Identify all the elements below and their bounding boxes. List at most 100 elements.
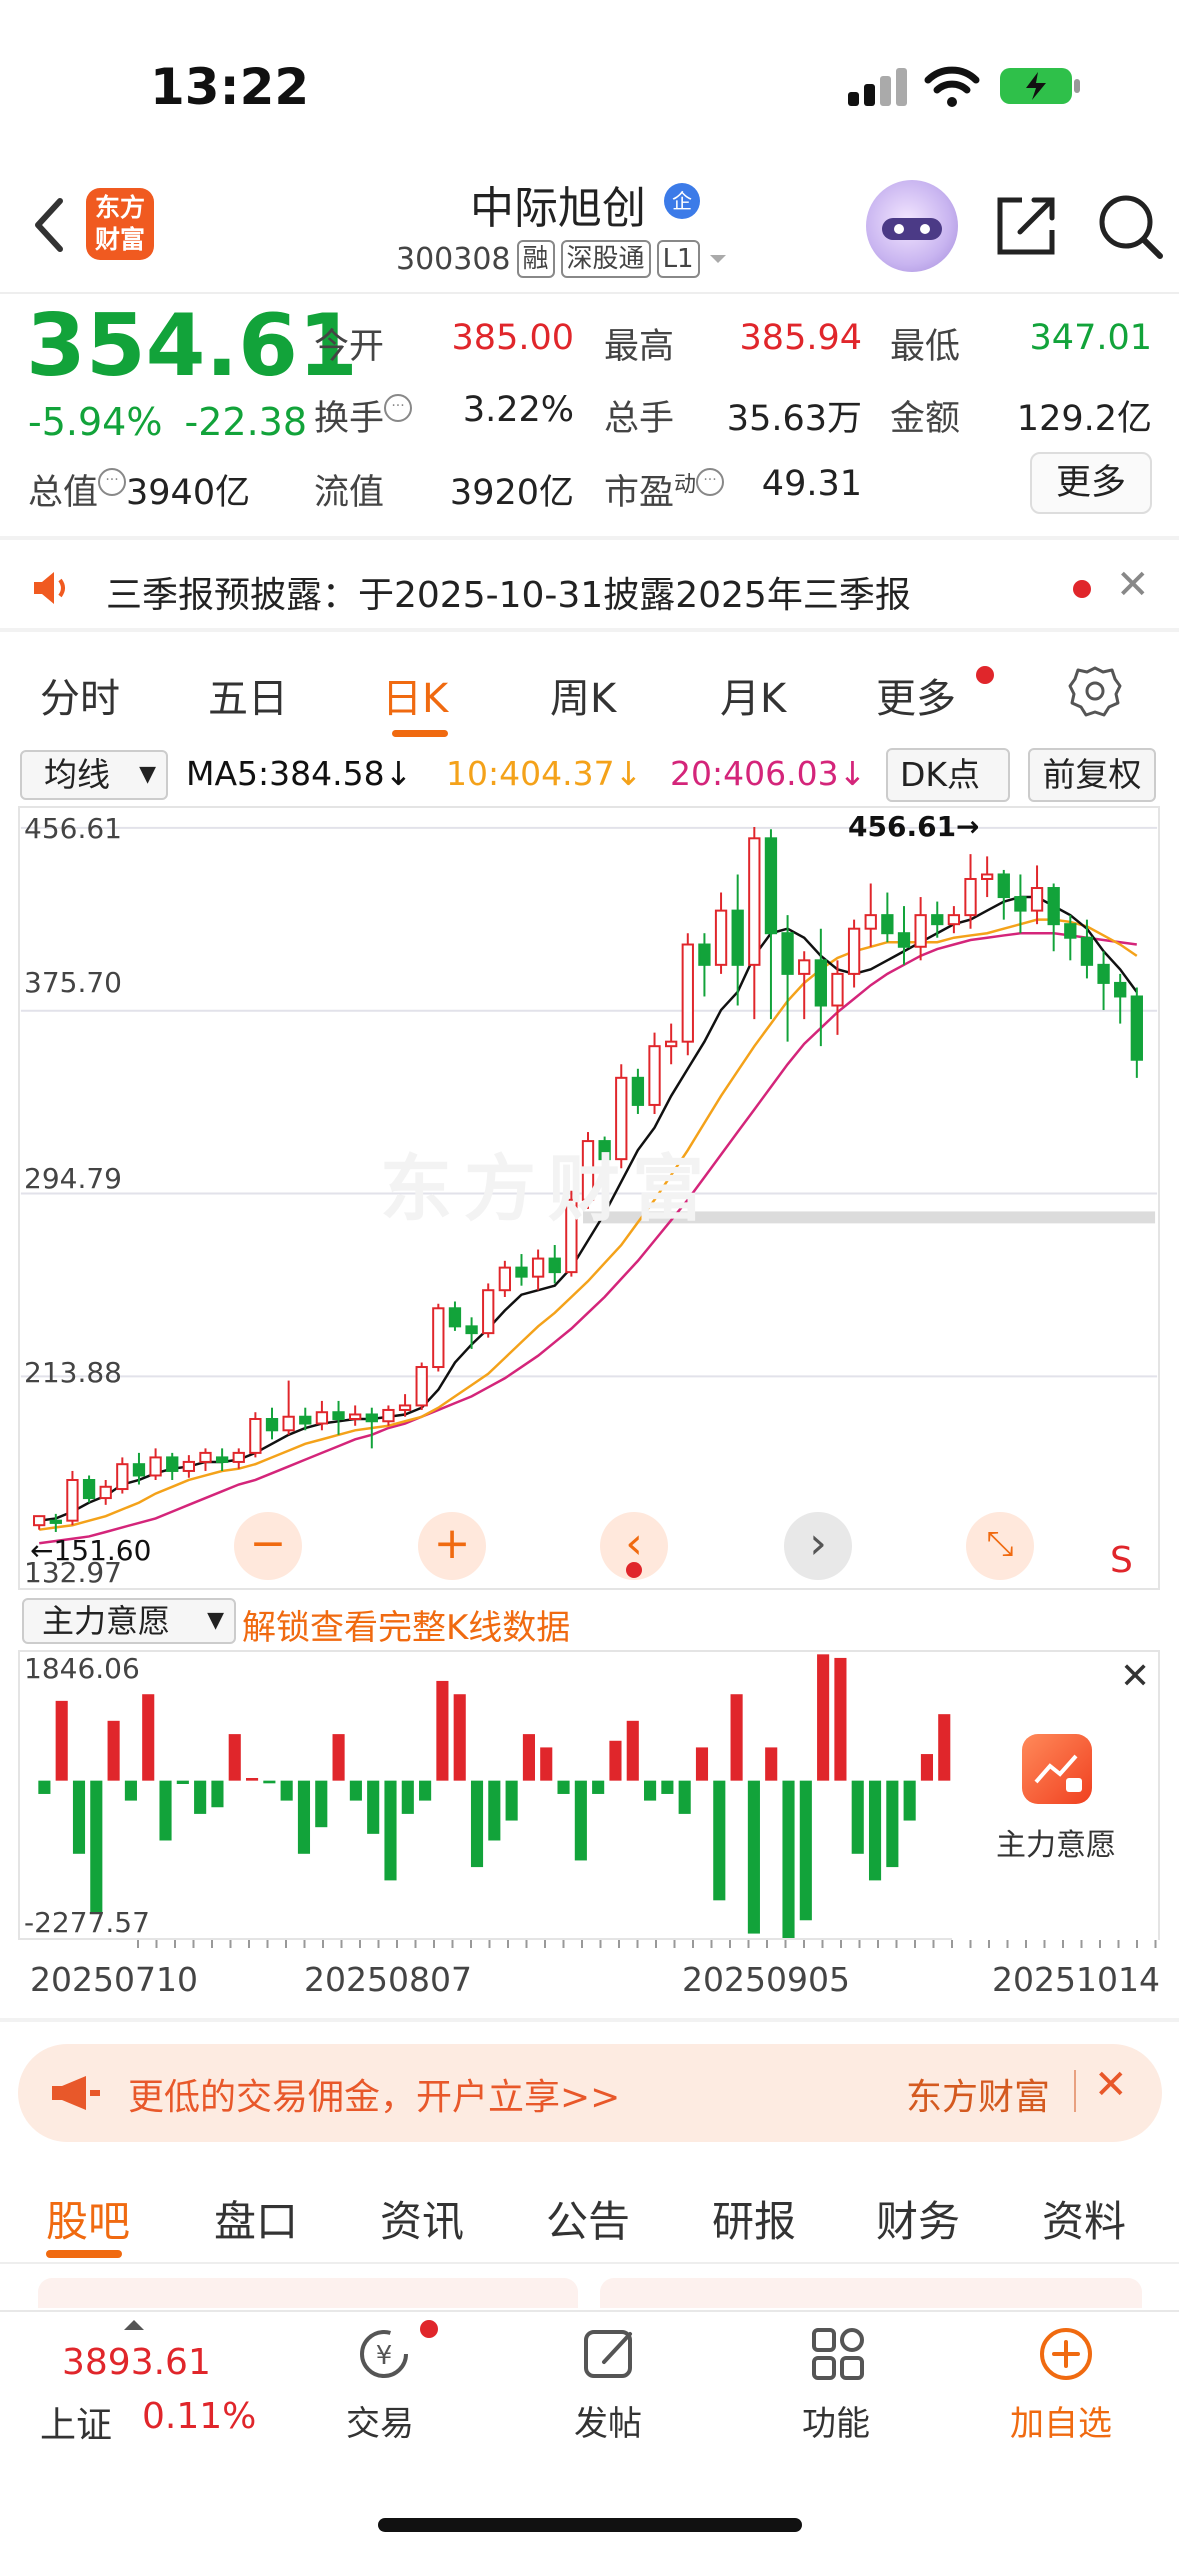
- tab-more[interactable]: 更多: [876, 666, 956, 724]
- candle: [249, 1417, 262, 1454]
- y-tick: 213.88: [24, 1356, 122, 1389]
- y-tick-max: 456.61: [24, 812, 122, 845]
- intent-bar: [159, 1780, 172, 1841]
- s-marker[interactable]: S: [1110, 1540, 1133, 1581]
- mktcap-value: 3940亿: [126, 473, 251, 513]
- close-icon[interactable]: ✕: [1120, 1656, 1150, 1697]
- search-icon[interactable]: [1094, 190, 1166, 262]
- zoom-out-button[interactable]: −: [234, 1512, 302, 1580]
- nav-trade[interactable]: 交易: [346, 2396, 414, 2445]
- stock-code-row[interactable]: 300308 融 深股通 L1: [396, 240, 730, 278]
- candle: [981, 873, 994, 880]
- intent-bar: [263, 1780, 276, 1784]
- candle: [515, 1266, 528, 1278]
- candle: [232, 1451, 245, 1463]
- candle: [897, 932, 911, 948]
- scroll-right-button[interactable]: ›: [784, 1512, 852, 1580]
- fullscreen-icon[interactable]: ⤡: [966, 1512, 1034, 1580]
- gear-icon[interactable]: [1068, 664, 1122, 718]
- intent-bar: [367, 1780, 380, 1834]
- turnover-label: 换手 ···: [314, 390, 413, 441]
- candle: [116, 1463, 129, 1491]
- intent-bar: [488, 1780, 501, 1841]
- candle: [365, 1413, 378, 1423]
- share-icon[interactable]: [990, 190, 1062, 262]
- candle: [282, 1415, 295, 1432]
- price-change: -5.94% -22.38: [28, 400, 307, 444]
- candle: [265, 1417, 279, 1432]
- nav-functions[interactable]: 功能: [802, 2396, 870, 2445]
- dk-point-button[interactable]: DK点: [886, 748, 1010, 802]
- candle: [315, 1411, 329, 1425]
- tab-pankou[interactable]: 盘口: [214, 2188, 298, 2249]
- back-icon[interactable]: [24, 195, 84, 255]
- intent-bar: [851, 1780, 864, 1854]
- caret-up-icon: [124, 2320, 144, 2330]
- assistant-avatar[interactable]: [866, 180, 958, 272]
- date-axis: [137, 1940, 1157, 1948]
- tab-five-day[interactable]: 五日: [208, 666, 288, 724]
- index-price[interactable]: 3893.61: [62, 2342, 211, 2383]
- close-icon[interactable]: ✕: [1094, 2062, 1128, 2108]
- intent-bar: [920, 1754, 934, 1781]
- apps-icon[interactable]: [806, 2322, 870, 2386]
- candle: [99, 1485, 112, 1500]
- index-name[interactable]: 上证: [40, 2396, 112, 2448]
- chevron-down-icon: ▼: [139, 762, 156, 787]
- candle: [665, 1040, 678, 1048]
- add-circle-icon[interactable]: [1034, 2322, 1098, 2386]
- tab-profile[interactable]: 资料: [1042, 2188, 1126, 2249]
- intent-y-max: 1846.06: [24, 1652, 140, 1685]
- index-change[interactable]: 0.11%: [142, 2396, 256, 2437]
- info-dots-icon[interactable]: ···: [384, 394, 413, 422]
- notice-text[interactable]: 三季报预披露：于2025-10-31披露2025年三季报: [106, 566, 911, 618]
- tab-weekly-k[interactable]: 周K: [550, 666, 616, 724]
- change-amount: -22.38: [184, 400, 308, 444]
- max-price-label: 456.61→: [848, 810, 980, 843]
- intent-bar: [38, 1780, 51, 1794]
- cellular-signal-icon: [848, 66, 910, 106]
- tab-guba[interactable]: 股吧: [46, 2188, 130, 2249]
- scroll-left-button[interactable]: ‹: [600, 1512, 668, 1580]
- tab-finance[interactable]: 财务: [876, 2188, 960, 2249]
- date-tick: 20251014: [992, 1960, 1160, 1999]
- intent-bar: [297, 1780, 311, 1854]
- unlock-link[interactable]: 解锁查看完整K线数据: [242, 1600, 570, 1649]
- zoom-in-button[interactable]: +: [418, 1512, 486, 1580]
- ad-text[interactable]: 更低的交易佣金，开户立享>>: [128, 2068, 620, 2120]
- info-dots-icon[interactable]: ···: [98, 468, 127, 496]
- sub-indicator-select[interactable]: 主力意愿 ▼: [22, 1598, 236, 1644]
- close-icon[interactable]: ✕: [1116, 562, 1150, 608]
- intent-card-label: 主力意愿: [996, 1828, 1116, 1863]
- intent-bar: [938, 1714, 951, 1781]
- nav-post[interactable]: 发帖: [574, 2396, 642, 2445]
- candle: [166, 1456, 179, 1472]
- battery-icon: [1000, 68, 1080, 104]
- adjust-button[interactable]: 前复权: [1028, 748, 1156, 802]
- high-value: 385.94: [739, 318, 862, 358]
- tab-daily-k[interactable]: 日K: [382, 666, 448, 724]
- wifi-icon: [924, 66, 980, 107]
- intent-bar: [661, 1780, 674, 1794]
- candle: [881, 914, 894, 935]
- tab-announcements[interactable]: 公告: [546, 2188, 630, 2249]
- candle: [731, 909, 744, 966]
- ma-select[interactable]: 均线 ▼: [20, 750, 168, 800]
- trade-icon[interactable]: ¥: [352, 2322, 416, 2386]
- date-tick: 20250905: [682, 1960, 850, 1999]
- more-button[interactable]: 更多: [1030, 452, 1152, 514]
- intent-bar: [609, 1740, 622, 1781]
- tab-intraday[interactable]: 分时: [40, 666, 120, 724]
- intent-bar: [903, 1780, 916, 1821]
- tab-news[interactable]: 资讯: [380, 2188, 464, 2249]
- nav-add-watchlist[interactable]: 加自选: [1010, 2396, 1112, 2445]
- tab-monthly-k[interactable]: 月K: [720, 666, 786, 724]
- intent-bar: [782, 1780, 795, 1938]
- edit-post-icon[interactable]: [578, 2322, 642, 2386]
- intent-bar: [695, 1747, 709, 1781]
- date-tick: 20250807: [304, 1960, 472, 1999]
- intent-bar: [453, 1694, 466, 1781]
- tab-research[interactable]: 研报: [712, 2188, 796, 2249]
- intent-bar: [470, 1780, 484, 1868]
- candle: [781, 932, 794, 975]
